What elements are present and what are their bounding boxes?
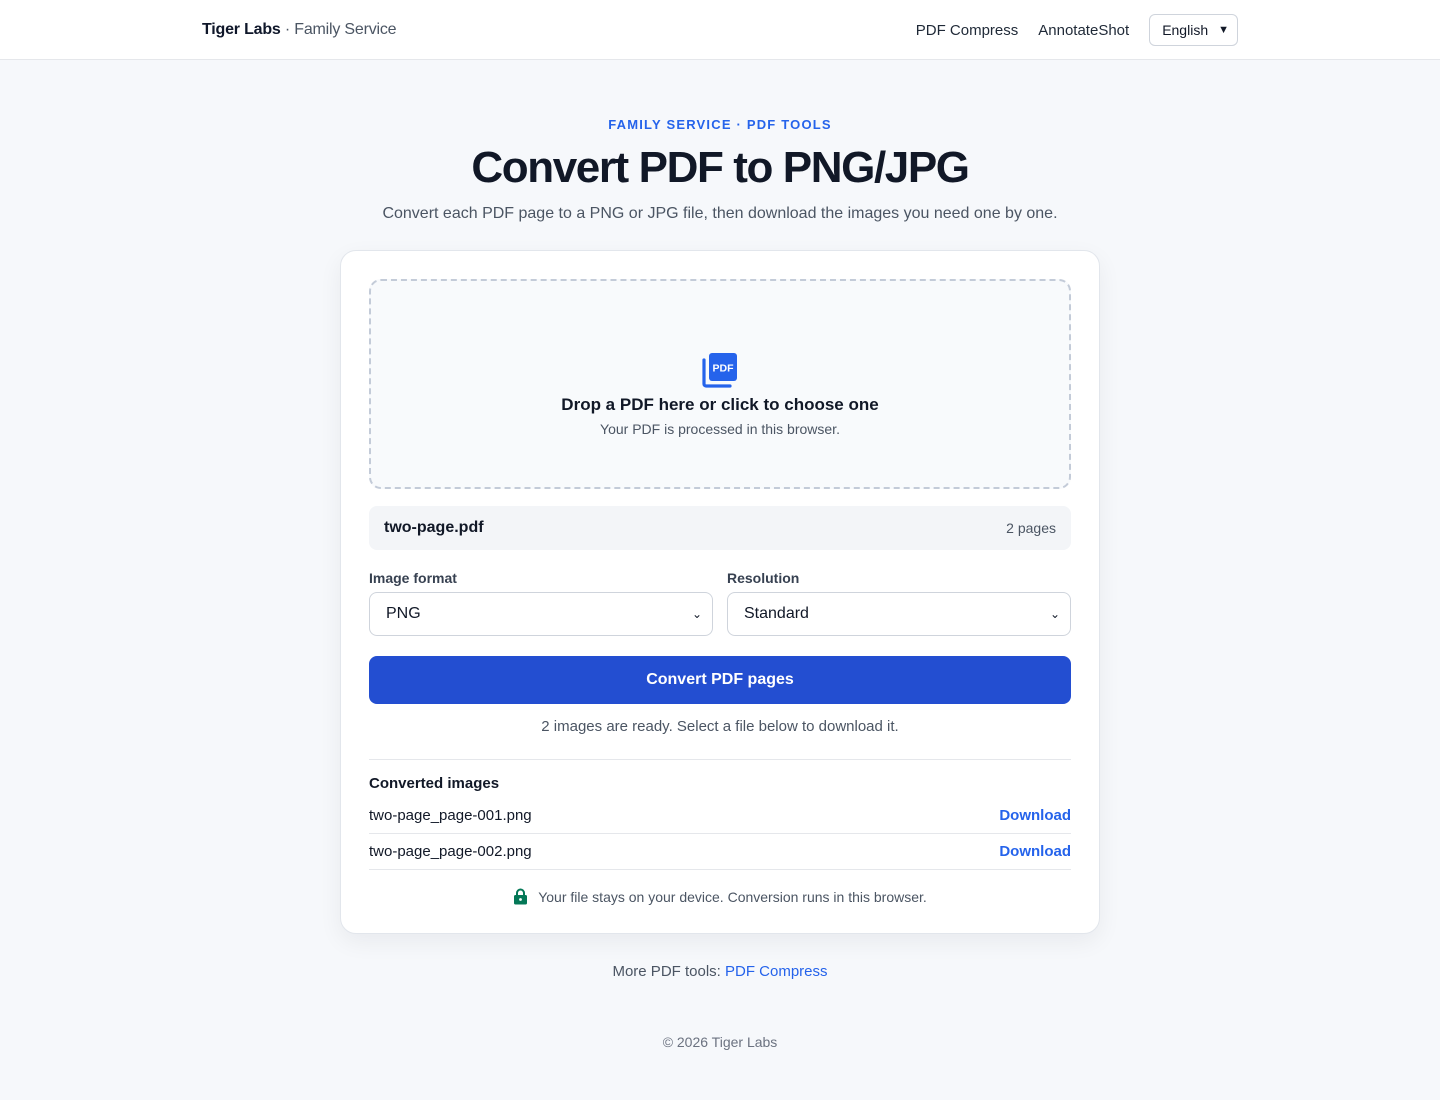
brand-name: Tiger Labs [202, 21, 281, 38]
privacy-text: Your file stays on your device. Conversi… [538, 888, 927, 905]
top-bar: Tiger Labs · Family Service PDF Compress… [0, 0, 1440, 60]
conversion-options: Image format PNG ⌄ Resolution Standard ⌄ [369, 570, 1071, 637]
more-tools-link[interactable]: PDF Compress [725, 963, 828, 980]
brand[interactable]: Tiger Labs · Family Service [202, 21, 397, 39]
top-nav: PDF Compress AnnotateShot English ▼ [916, 14, 1238, 46]
results-title: Converted images [369, 775, 500, 793]
download-link[interactable]: Download [999, 843, 1071, 860]
format-value: PNG [386, 605, 421, 623]
file-name: two-page.pdf [384, 519, 484, 537]
lock-icon [514, 888, 528, 905]
result-file-name: two-page_page-002.png [369, 843, 532, 861]
language-value: English [1162, 22, 1209, 38]
format-label: Image format [369, 570, 457, 587]
list-item: two-page_page-002.png Download [369, 834, 1071, 871]
results-list: two-page_page-001.png Download two-page_… [369, 798, 1071, 871]
more-tools-prefix: More PDF tools: [612, 963, 725, 981]
eyebrow: FAMILY SERVICE · PDF TOOLS [608, 117, 832, 132]
pdf-dropzone[interactable]: PDF Drop a PDF here or click to choose o… [369, 279, 1071, 490]
hero: FAMILY SERVICE · PDF TOOLS Convert PDF t… [0, 117, 1440, 223]
selected-file: two-page.pdf 2 pages [369, 506, 1071, 551]
dropzone-title: Drop a PDF here or click to choose one [561, 395, 879, 415]
page-title: Convert PDF to PNG/JPG [471, 143, 970, 192]
resolution-value: Standard [744, 605, 809, 623]
result-file-name: two-page_page-001.png [369, 807, 532, 825]
chevron-down-icon: ▼ [1218, 24, 1229, 36]
privacy-note: Your file stays on your device. Conversi… [369, 888, 1071, 905]
status-message: 2 images are ready. Select a file below … [541, 718, 899, 736]
more-tools: More PDF tools: PDF Compress [0, 963, 1440, 980]
brand-subtitle: Family Service [294, 21, 397, 38]
chevron-down-icon: ⌄ [1049, 607, 1060, 622]
language-select[interactable]: English ▼ [1149, 14, 1238, 46]
footer: © 2026 Tiger Labs [662, 1034, 778, 1051]
convert-button[interactable]: Convert PDF pages [369, 656, 1071, 705]
nav-link-pdf-compress[interactable]: PDF Compress [916, 22, 1019, 39]
pdf-file-icon: PDF [702, 353, 737, 388]
page-subtitle: Convert each PDF page to a PNG or JPG fi… [382, 205, 1058, 223]
list-item: two-page_page-001.png Download [369, 798, 1071, 835]
divider [369, 759, 1071, 761]
converter-card: PDF Drop a PDF here or click to choose o… [340, 250, 1100, 935]
resolution-select[interactable]: Standard ⌄ [727, 592, 1071, 637]
file-page-count: 2 pages [1006, 520, 1056, 537]
chevron-down-icon: ⌄ [691, 607, 702, 622]
svg-text:PDF: PDF [713, 363, 735, 375]
brand-separator: · [280, 21, 295, 38]
nav-link-annotateshot[interactable]: AnnotateShot [1038, 22, 1129, 39]
format-option: Image format PNG ⌄ [369, 570, 713, 637]
dropzone-note: Your PDF is processed in this browser. [600, 421, 840, 438]
resolution-label: Resolution [727, 570, 800, 587]
resolution-option: Resolution Standard ⌄ [727, 570, 1071, 637]
download-link[interactable]: Download [999, 807, 1071, 824]
top-bar-inner: Tiger Labs · Family Service PDF Compress… [202, 0, 1238, 60]
format-select[interactable]: PNG ⌄ [369, 592, 713, 637]
